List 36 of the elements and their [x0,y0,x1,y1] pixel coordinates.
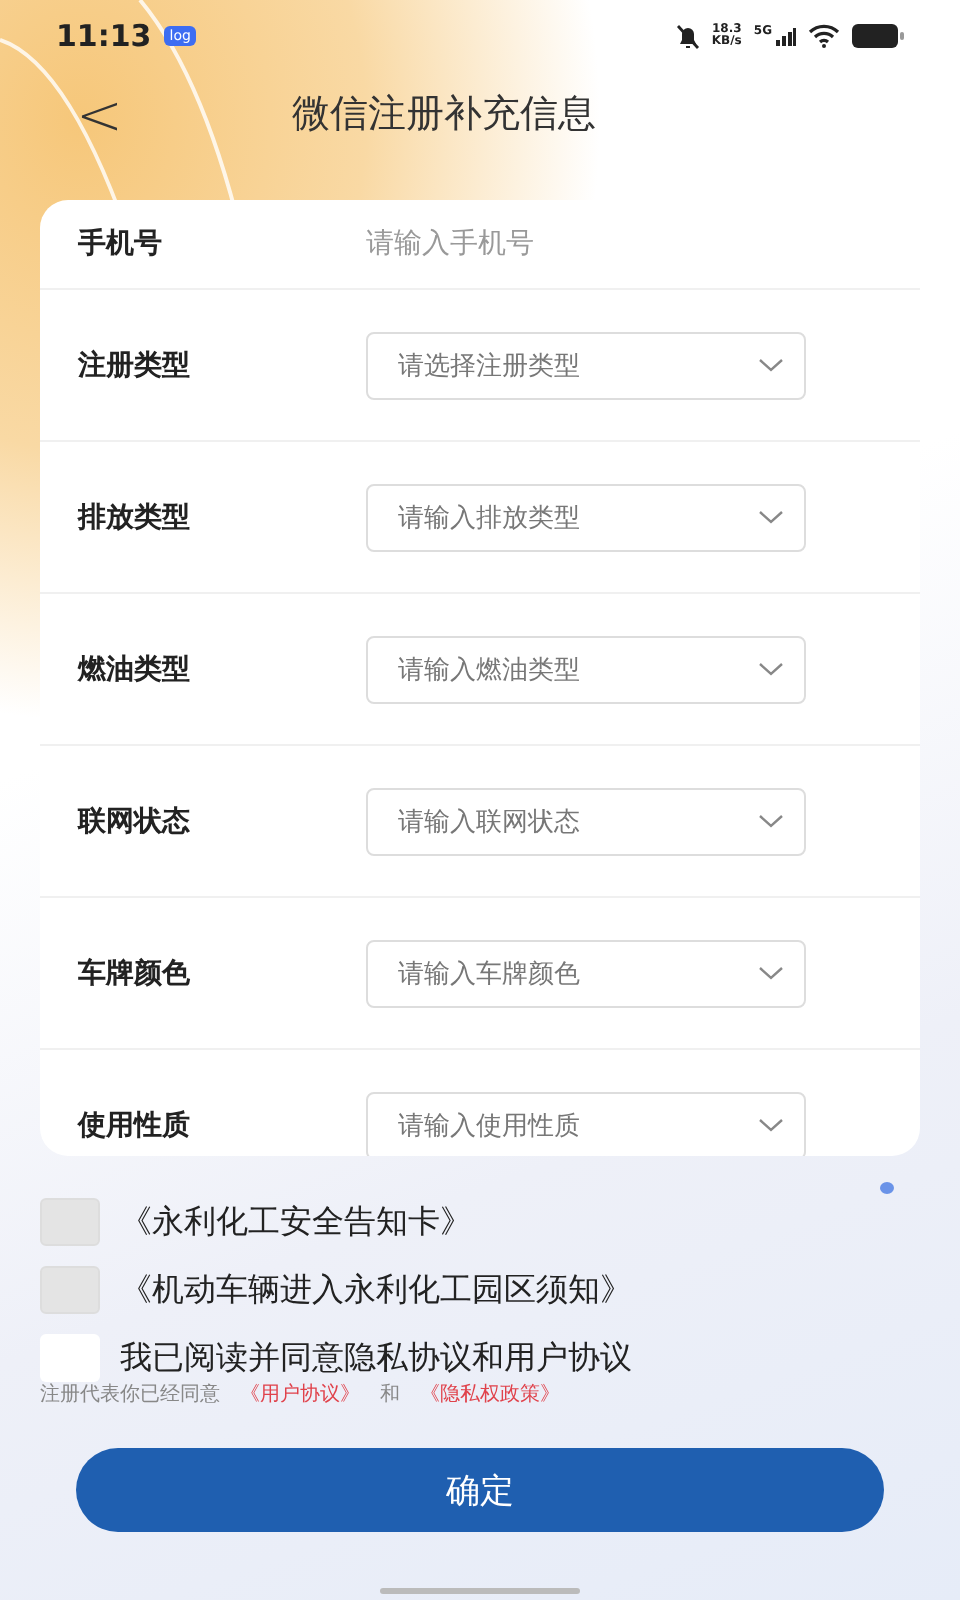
back-button[interactable]: < [76,81,120,147]
select-field[interactable]: 请输入车牌颜色 [366,939,806,1007]
field-label: 排放类型 [78,499,192,535]
decor-dot [880,1182,894,1194]
select-field[interactable]: 请输入使用性质 [366,1091,806,1156]
select-field[interactable]: 请选择注册类型 [366,331,806,399]
field-label: 手机号 [78,226,164,262]
field-label: 燃油类型 [78,651,192,687]
chevron-down-icon [758,510,784,524]
field-label: 车牌颜色 [78,955,192,991]
chevron-down-icon [758,1118,784,1132]
status-time: 11:13 [56,18,152,54]
select-field[interactable]: 请输入排放类型 [366,483,806,551]
field-label: 使用性质 [78,1107,192,1143]
notice-text: 和 [380,1381,400,1408]
signal-icon [776,27,796,45]
phone-input[interactable]: 请输入手机号 [366,228,766,260]
agreement-text: 《永利化工安全告知卡》 [120,1201,472,1243]
select-field[interactable]: 请输入联网状态 [366,787,806,855]
field-label: 注册类型 [78,347,192,383]
field-label: 联网状态 [78,803,192,839]
page-title: 微信注册补充信息 [292,90,596,140]
bell-muted-icon [675,23,700,49]
notice-text: 注册代表你已经同意 [40,1381,220,1408]
select-field[interactable]: 请输入燃油类型 [366,635,806,703]
chevron-down-icon [758,662,784,676]
chevron-down-icon [758,358,784,372]
privacy-policy-link[interactable]: 《隐私权政策》 [420,1380,560,1408]
agreement-text: 《机动车辆进入永利化工园区须知》 [120,1269,632,1311]
chevron-down-icon [758,966,784,980]
chevron-down-icon [758,814,784,828]
confirm-button[interactable]: 确定 [76,1448,884,1532]
agreement-text: 我已阅读并同意隐私协议和用户协议 [120,1337,632,1379]
user-agreement-link[interactable]: 《用户协议》 [240,1380,360,1408]
wifi-icon [808,24,840,48]
battery-icon [852,24,904,48]
